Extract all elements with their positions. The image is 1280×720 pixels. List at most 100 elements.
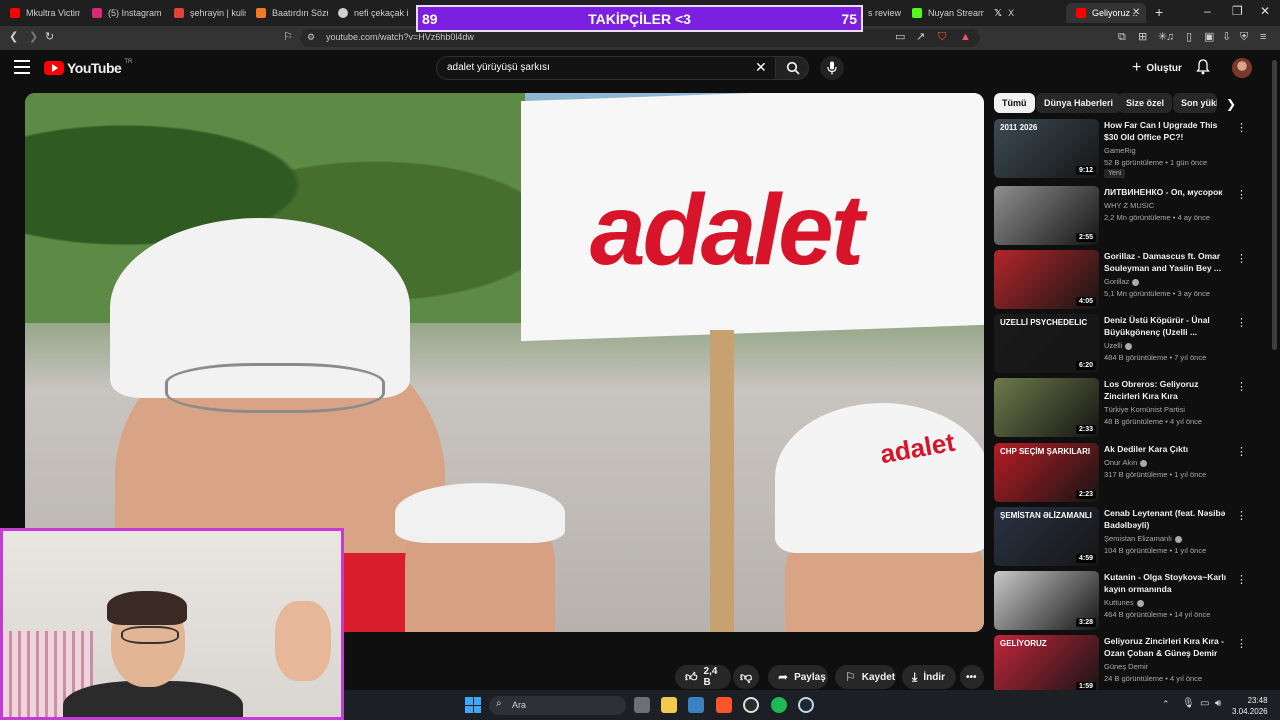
more-vertical-icon[interactable]: ⋮ bbox=[1236, 188, 1247, 201]
windows-start-icon[interactable] bbox=[465, 697, 481, 713]
channel-name[interactable]: Şemistan Elizamanlı bbox=[1104, 534, 1182, 543]
more-vertical-icon[interactable]: ⋮ bbox=[1236, 573, 1247, 586]
video-title[interactable]: Ak Dediler Kara Çıktı bbox=[1104, 443, 1232, 455]
search-button[interactable] bbox=[775, 56, 809, 80]
clear-search-icon[interactable]: ✕ bbox=[755, 59, 767, 76]
microsoft-store-icon[interactable] bbox=[688, 697, 704, 713]
video-thumbnail[interactable]: ŞEMİSTAN ƏLİZAMANLI 4:59 bbox=[994, 507, 1099, 566]
task-view-icon[interactable] bbox=[634, 697, 650, 713]
share-page-icon[interactable]: ↗ bbox=[916, 30, 925, 44]
more-actions-button[interactable]: ••• bbox=[960, 665, 984, 689]
recommended-video[interactable]: 2:33 Los Obreros: Geliyoruz Zincirleri Kı… bbox=[994, 378, 1250, 438]
video-title[interactable]: ЛИТВИНЕНКО - Оп, мусорок bbox=[1104, 186, 1232, 198]
browser-tab[interactable]: nefi çekaçak i s bbox=[328, 3, 410, 23]
channel-name[interactable]: Kuttunes bbox=[1104, 598, 1144, 607]
tray-network-icon[interactable]: ▭ bbox=[1200, 698, 1209, 709]
search-input[interactable]: adalet yürüyüşü şarkısı bbox=[447, 62, 550, 73]
channel-name[interactable]: Türkiye Komünist Partisi bbox=[1104, 405, 1185, 414]
channel-name[interactable]: GameRig bbox=[1104, 146, 1136, 155]
chevron-right-icon[interactable]: ❯ bbox=[1226, 97, 1236, 111]
more-vertical-icon[interactable]: ⋮ bbox=[1236, 445, 1247, 458]
video-thumbnail[interactable]: GELİYORUZ 1:59 bbox=[994, 635, 1099, 694]
channel-name[interactable]: Onur Akın bbox=[1104, 458, 1148, 467]
recommended-video[interactable]: UZELLİ PSYCHEDELIC 6:20 Deniz Üstü Köpürür… bbox=[994, 314, 1250, 374]
new-tab-icon[interactable]: + bbox=[1155, 4, 1163, 20]
video-thumbnail[interactable]: 2:33 bbox=[994, 378, 1099, 437]
video-title[interactable]: Geliyoruz Zincirleri Kıra Kıra - Ozan Ço… bbox=[1104, 635, 1232, 659]
video-title[interactable]: Los Obreros: Geliyoruz Zincirleri Kıra K… bbox=[1104, 378, 1232, 402]
channel-name[interactable]: WHY Z MUSIC bbox=[1104, 201, 1154, 210]
video-thumbnail[interactable]: 2:55 bbox=[994, 186, 1099, 245]
video-title[interactable]: Cenab Leytenant (feat. Nəsibə Badəlbəyli… bbox=[1104, 507, 1232, 531]
reload-icon[interactable]: ↻ bbox=[45, 30, 54, 44]
wallet-icon[interactable]: ▣ bbox=[1204, 30, 1214, 44]
recommended-video[interactable]: 3:28 Kutanin - Olga Stoykova~Karlı kayın … bbox=[994, 571, 1250, 631]
recommended-video[interactable]: 2:55 ЛИТВИНЕНКО - Оп, мусорок WHY Z MUSIC 2… bbox=[994, 186, 1250, 246]
menu-icon[interactable]: ≡ bbox=[1260, 30, 1266, 44]
taskbar-search[interactable] bbox=[489, 696, 626, 715]
voice-search-button[interactable] bbox=[820, 56, 844, 80]
dislike-button[interactable]: 👎︎ bbox=[733, 665, 759, 689]
video-title[interactable]: How Far Can I Upgrade This $30 Old Offic… bbox=[1104, 119, 1232, 143]
video-thumbnail[interactable]: UZELLİ PSYCHEDELIC 6:20 bbox=[994, 314, 1099, 373]
download-button[interactable]: ⤓ İndir bbox=[902, 665, 956, 689]
video-thumbnail[interactable]: CHP SEÇİM ŞARKILARI 2:23 bbox=[994, 443, 1099, 502]
recommended-video[interactable]: 4:05 Gorillaz - Damascus ft. Omar Souleym… bbox=[994, 250, 1250, 310]
recommended-video[interactable]: GELİYORUZ 1:59 Geliyoruz Zincirleri Kıra K… bbox=[994, 635, 1250, 695]
notifications-bell-icon[interactable] bbox=[1196, 59, 1210, 80]
extensions-icon[interactable]: ⧉ bbox=[1118, 30, 1126, 44]
video-title[interactable]: Deniz Üstü Köpürür - Ünal Büyükgönenç (U… bbox=[1104, 314, 1232, 338]
hamburger-menu-icon[interactable] bbox=[14, 60, 30, 74]
channel-name[interactable]: Gorillaz bbox=[1104, 277, 1140, 286]
back-icon[interactable]: ❮ bbox=[9, 30, 18, 44]
more-vertical-icon[interactable]: ⋮ bbox=[1236, 380, 1247, 393]
more-vertical-icon[interactable]: ⋮ bbox=[1236, 637, 1247, 650]
maximize-icon[interactable]: ❐ bbox=[1232, 4, 1243, 18]
scrollbar[interactable] bbox=[1272, 60, 1277, 350]
more-vertical-icon[interactable]: ⋮ bbox=[1236, 252, 1247, 265]
recommended-video[interactable]: CHP SEÇİM ŞARKILARI 2:23 Ak Dediler Kara Ç… bbox=[994, 443, 1250, 503]
translate-icon[interactable]: ⊞ bbox=[1138, 30, 1147, 44]
video-thumbnail[interactable]: 3:28 bbox=[994, 571, 1099, 630]
taskbar-clock[interactable]: 23:48 3.04.2026 bbox=[1232, 695, 1268, 717]
file-explorer-icon[interactable] bbox=[661, 697, 677, 713]
sidebar-icon[interactable]: ▯ bbox=[1186, 30, 1192, 44]
chip-for-you[interactable]: Size özel bbox=[1118, 93, 1173, 113]
download-icon[interactable]: ⇩ bbox=[1222, 30, 1231, 44]
brave-rewards-icon[interactable]: ▲ bbox=[960, 30, 971, 44]
user-avatar[interactable] bbox=[1232, 58, 1252, 78]
video-title[interactable]: Kutanin - Olga Stoykova~Karlı kayın orma… bbox=[1104, 571, 1232, 595]
brave-shield-icon[interactable]: ⛉ bbox=[938, 30, 946, 44]
browser-tab[interactable]: şehrayin | kulis bbox=[164, 3, 246, 23]
forward-icon[interactable]: ❯ bbox=[29, 30, 38, 44]
browser-tab[interactable]: Nuyan Stream bbox=[902, 3, 984, 23]
chip-all[interactable]: Tümü bbox=[994, 93, 1035, 113]
cast-icon[interactable]: ▭ bbox=[895, 30, 905, 44]
share-button[interactable]: ➦ Paylaş bbox=[768, 665, 828, 689]
recommended-video[interactable]: 2011 2026 9:12 How Far Can I Upgrade This … bbox=[994, 119, 1250, 179]
channel-name[interactable]: Uzelli bbox=[1104, 341, 1133, 350]
browser-tab[interactable]: 𝕏X bbox=[984, 3, 1064, 23]
spotify-icon[interactable] bbox=[771, 697, 787, 713]
video-thumbnail[interactable]: 2011 2026 9:12 bbox=[994, 119, 1099, 178]
youtube-logo[interactable]: YouTube TR bbox=[44, 59, 132, 76]
like-button[interactable]: 👍︎ 2,4 B bbox=[675, 665, 731, 689]
browser-tab[interactable]: s review bbox=[866, 3, 902, 23]
minimize-icon[interactable]: – bbox=[1204, 4, 1211, 18]
tray-mic-icon[interactable]: 🎙︎ bbox=[1182, 698, 1195, 709]
channel-name[interactable]: Güneş Demir bbox=[1104, 662, 1148, 671]
video-thumbnail[interactable]: 4:05 bbox=[994, 250, 1099, 309]
more-vertical-icon[interactable]: ⋮ bbox=[1236, 509, 1247, 522]
obs-icon[interactable] bbox=[743, 697, 759, 713]
media-icon[interactable]: ♫ bbox=[1166, 30, 1174, 44]
site-settings-icon[interactable]: ⚙ bbox=[307, 30, 315, 44]
chip-recently-uploaded[interactable]: Son yükl bbox=[1173, 93, 1217, 113]
brave-browser-icon[interactable] bbox=[716, 697, 732, 713]
tray-volume-icon[interactable]: 🔊︎ bbox=[1215, 698, 1221, 709]
steam-icon[interactable] bbox=[798, 697, 814, 713]
close-tab-icon[interactable]: ✕ bbox=[1132, 7, 1140, 18]
more-vertical-icon[interactable]: ⋮ bbox=[1236, 121, 1247, 134]
recommended-video[interactable]: ŞEMİSTAN ƏLİZAMANLI 4:59 Cenab Leytenant (… bbox=[994, 507, 1250, 567]
video-title[interactable]: Gorillaz - Damascus ft. Omar Souleyman a… bbox=[1104, 250, 1232, 274]
more-vertical-icon[interactable]: ⋮ bbox=[1236, 316, 1247, 329]
